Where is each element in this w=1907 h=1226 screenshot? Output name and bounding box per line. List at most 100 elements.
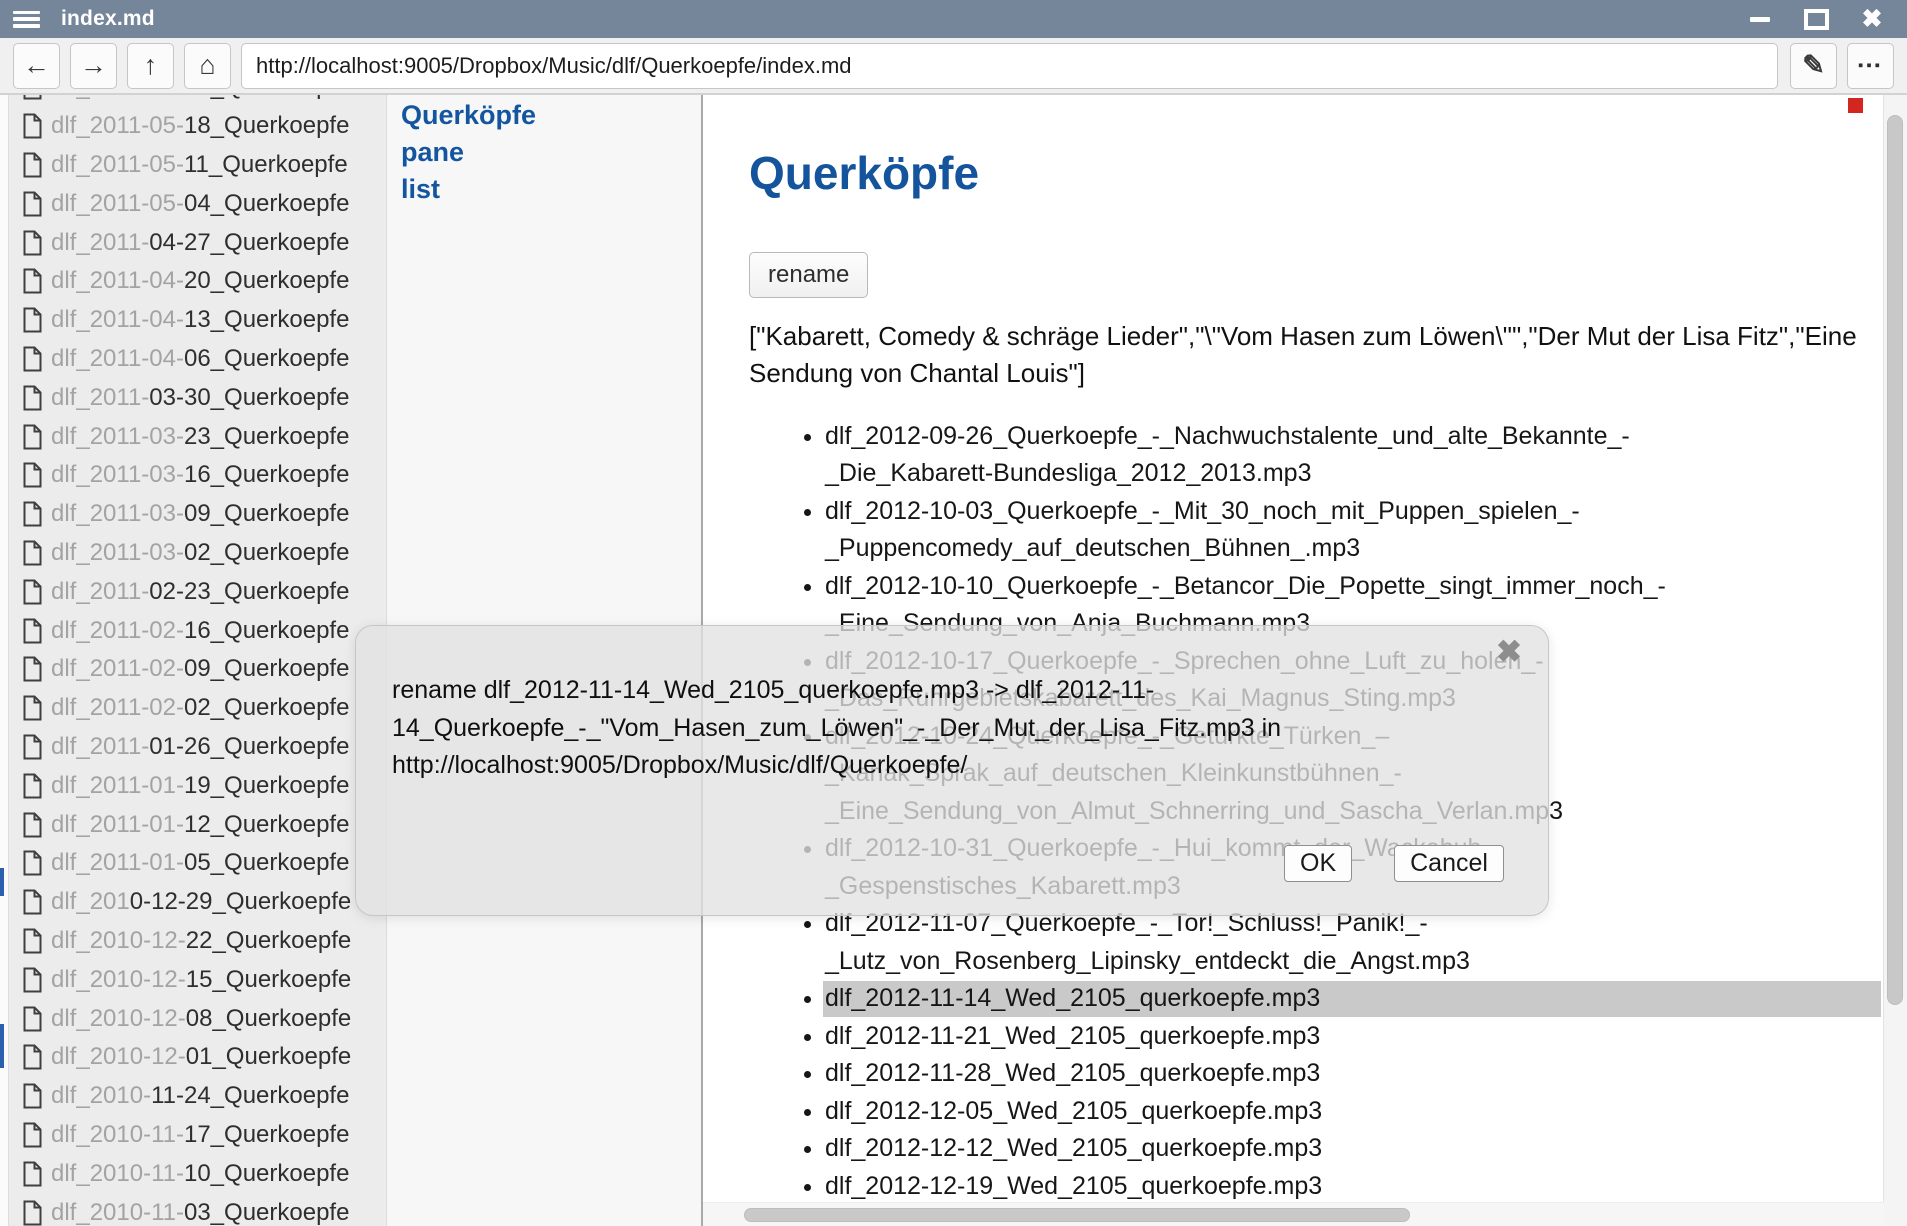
sidebar-file-row[interactable]: dlf_2011-04-20_Querkoepfe	[9, 262, 386, 301]
file-name: dlf_2011-04-20_Querkoepfe	[51, 267, 349, 295]
sidebar-file-row[interactable]: dlf_2011-02-16_Querkoepfe	[9, 611, 386, 650]
page-title: Querköpfe	[749, 147, 1907, 200]
mp3-list-item[interactable]: dlf_2012-12-12_Wed_2105_querkoepfe.mp3	[825, 1130, 1739, 1168]
file-name: dlf_2011-05-11_Querkoepfe	[51, 151, 348, 179]
file-name: dlf_2011-04-13_Querkoepfe	[51, 306, 349, 334]
modified-indicator	[1848, 98, 1863, 113]
edit-button[interactable]: ✎	[1790, 43, 1837, 89]
sidebar-file-row[interactable]: dlf_2011-05-25_Querkoepfe	[9, 95, 386, 107]
pane-link-querköpfe[interactable]: Querköpfe	[401, 97, 701, 134]
cancel-button[interactable]: Cancel	[1394, 845, 1504, 882]
sidebar-file-row[interactable]: dlf_2011-02-02_Querkoepfe	[9, 689, 386, 728]
file-icon	[22, 1200, 43, 1226]
sidebar-file-row[interactable]: dlf_2011-03-23_Querkoepfe	[9, 417, 386, 456]
file-list-sidebar: dlf_2011-05-25_Querkoepfe dlf_2011-05-18…	[9, 95, 386, 1226]
sidebar-file-row[interactable]: dlf_2010-11-17_Querkoepfe	[9, 1116, 386, 1155]
ok-button[interactable]: OK	[1284, 845, 1352, 882]
horizontal-scrollbar[interactable]	[703, 1202, 1884, 1226]
home-button[interactable]: ⌂	[184, 43, 231, 89]
back-button[interactable]: ←	[13, 43, 60, 89]
file-name: dlf_2010-11-17_Querkoepfe	[51, 1121, 349, 1149]
rename-confirm-dialog: ✖ rename dlf_2012-11-14_Wed_2105_querkoe…	[355, 625, 1549, 916]
mp3-list-item[interactable]: dlf_2012-11-21_Wed_2105_querkoepfe.mp3	[825, 1018, 1739, 1056]
mp3-list-item[interactable]: dlf_2012-11-14_Wed_2105_querkoepfe.mp3	[825, 980, 1739, 1018]
file-icon	[22, 307, 43, 333]
file-name: dlf_2010-11-03_Querkoepfe	[51, 1199, 349, 1226]
sidebar-file-row[interactable]: dlf_2011-04-06_Querkoepfe	[9, 340, 386, 379]
sidebar-file-row[interactable]: dlf_2010-12-22_Querkoepfe	[9, 922, 386, 961]
left-edge-strip	[0, 95, 9, 1226]
more-dots-icon: ▪▪▪	[1858, 57, 1883, 74]
sidebar-file-row[interactable]: dlf_2011-03-09_Querkoepfe	[9, 495, 386, 534]
file-icon	[22, 928, 43, 954]
forward-button[interactable]: →	[70, 43, 117, 89]
up-button[interactable]: ↑	[127, 43, 174, 89]
file-icon	[22, 424, 43, 450]
dialog-message: rename dlf_2012-11-14_Wed_2105_querkoepf…	[392, 672, 1322, 785]
file-icon	[22, 579, 43, 605]
file-icon	[22, 695, 43, 721]
sidebar-file-row[interactable]: dlf_2011-05-18_Querkoepfe	[9, 107, 386, 146]
sidebar-file-row[interactable]: dlf_2011-03-02_Querkoepfe	[9, 534, 386, 573]
maximize-button[interactable]	[1803, 8, 1829, 30]
sidebar-file-row[interactable]: dlf_2011-03-30_Querkoepfe	[9, 378, 386, 417]
mp3-list-item[interactable]: dlf_2012-12-05_Wed_2105_querkoepfe.mp3	[825, 1093, 1739, 1131]
file-icon	[22, 1083, 43, 1109]
sidebar-file-row[interactable]: dlf_2010-12-29_Querkoepfe	[9, 883, 386, 922]
file-name: dlf_2011-02-16_Querkoepfe	[51, 617, 349, 645]
sidebar-file-row[interactable]: dlf_2010-11-24_Querkoepfe	[9, 1077, 386, 1116]
url-input[interactable]	[241, 43, 1778, 89]
navigation-toolbar: ← → ↑ ⌂ ✎ ▪▪▪	[0, 38, 1907, 95]
more-button[interactable]: ▪▪▪	[1847, 43, 1894, 89]
file-icon	[22, 152, 43, 178]
sidebar-file-row[interactable]: dlf_2010-12-08_Querkoepfe	[9, 999, 386, 1038]
sidebar-file-row[interactable]: dlf_2011-01-05_Querkoepfe	[9, 844, 386, 883]
horizontal-scrollbar-thumb[interactable]	[744, 1208, 1410, 1222]
sidebar-file-row[interactable]: dlf_2011-02-23_Querkoepfe	[9, 572, 386, 611]
app-window: index.md ✖ ← → ↑ ⌂ ✎ ▪▪▪ dlf_2011-05-25_…	[0, 0, 1907, 1226]
sidebar-file-row[interactable]: dlf_2011-05-04_Querkoepfe	[9, 184, 386, 223]
mp3-list-item[interactable]: dlf_2012-10-03_Querkoepfe_-_Mit_30_noch_…	[825, 493, 1739, 568]
file-name: dlf_2011-02-23_Querkoepfe	[51, 578, 349, 606]
file-icon	[22, 540, 43, 566]
sidebar-file-row[interactable]: dlf_2010-11-03_Querkoepfe	[9, 1193, 386, 1226]
file-name: dlf_2010-11-10_Querkoepfe	[51, 1160, 349, 1188]
file-icon	[22, 967, 43, 993]
sidebar-file-row[interactable]: dlf_2011-03-16_Querkoepfe	[9, 456, 386, 495]
sidebar-file-list: dlf_2011-05-25_Querkoepfe dlf_2011-05-18…	[9, 95, 386, 1226]
vertical-scrollbar[interactable]	[1883, 95, 1907, 1226]
mp3-list-item[interactable]: dlf_2012-11-07_Querkoepfe_-_Tor!_Schluss…	[825, 905, 1739, 980]
mp3-list-item[interactable]: dlf_2012-09-26_Querkoepfe_-_Nachwuchstal…	[825, 418, 1739, 493]
menu-icon[interactable]	[13, 11, 40, 28]
window-title: index.md	[61, 7, 155, 31]
file-name: dlf_2011-04-27_Querkoepfe	[51, 229, 349, 257]
minimize-button[interactable]	[1747, 8, 1773, 30]
sidebar-file-row[interactable]: dlf_2011-04-27_Querkoepfe	[9, 223, 386, 262]
sidebar-file-row[interactable]: dlf_2011-01-19_Querkoepfe	[9, 766, 386, 805]
vertical-scrollbar-thumb[interactable]	[1887, 115, 1903, 1005]
sidebar-file-row[interactable]: dlf_2010-11-10_Querkoepfe	[9, 1154, 386, 1193]
sidebar-file-row[interactable]: dlf_2011-05-11_Querkoepfe	[9, 146, 386, 185]
file-name: dlf_2011-03-02_Querkoepfe	[51, 539, 349, 567]
mp3-list-item[interactable]: dlf_2012-12-19_Wed_2105_querkoepfe.mp3	[825, 1168, 1739, 1206]
file-name: dlf_2011-01-05_Querkoepfe	[51, 849, 349, 877]
file-icon	[22, 1161, 43, 1187]
file-icon	[22, 501, 43, 527]
dialog-close-icon[interactable]: ✖	[1496, 636, 1522, 667]
sidebar-file-row[interactable]: dlf_2011-01-26_Querkoepfe	[9, 728, 386, 767]
file-name: dlf_2010-12-29_Querkoepfe	[51, 888, 351, 916]
pane-link-pane[interactable]: pane	[401, 134, 701, 171]
rename-button[interactable]: rename	[749, 252, 868, 298]
sidebar-file-row[interactable]: dlf_2011-01-12_Querkoepfe	[9, 805, 386, 844]
titlebar: index.md ✖	[0, 0, 1907, 38]
file-icon	[22, 889, 43, 915]
sidebar-file-row[interactable]: dlf_2010-12-15_Querkoepfe	[9, 960, 386, 999]
sidebar-file-row[interactable]: dlf_2011-04-13_Querkoepfe	[9, 301, 386, 340]
edge-link-fragment	[0, 1024, 4, 1068]
sidebar-file-row[interactable]: dlf_2011-02-09_Querkoepfe	[9, 650, 386, 689]
mp3-list-item[interactable]: dlf_2012-11-28_Wed_2105_querkoepfe.mp3	[825, 1055, 1739, 1093]
close-window-button[interactable]: ✖	[1859, 8, 1885, 30]
file-name: dlf_2011-05-25_Querkoepfe	[51, 95, 349, 101]
pane-link-list[interactable]: list	[401, 171, 701, 208]
sidebar-file-row[interactable]: dlf_2010-12-01_Querkoepfe	[9, 1038, 386, 1077]
